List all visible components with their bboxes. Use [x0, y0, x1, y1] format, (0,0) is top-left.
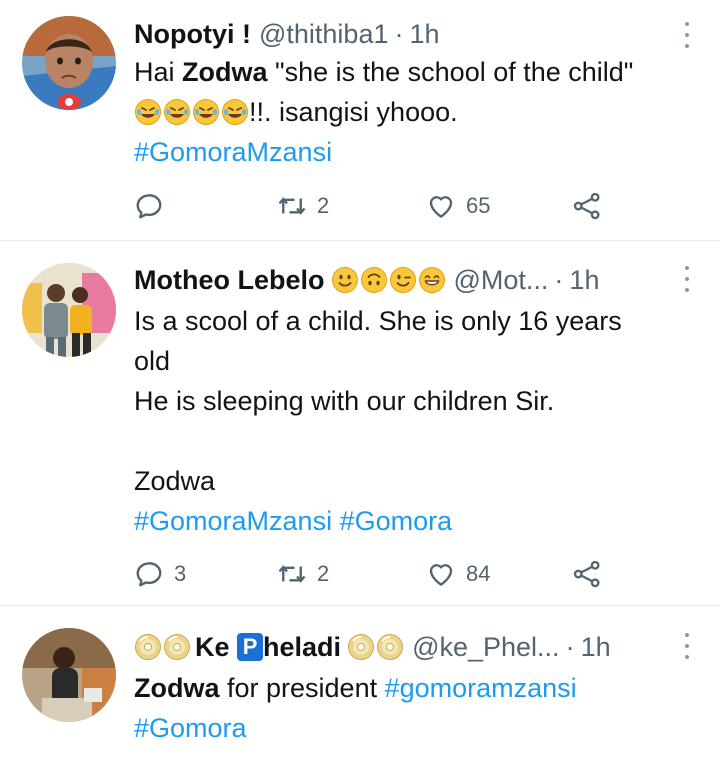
text: for president — [219, 673, 385, 703]
retweet-button[interactable]: 2 — [277, 554, 329, 594]
separator-dot: · — [554, 264, 564, 295]
bold-text: Zodwa — [134, 673, 220, 703]
like-icon — [426, 191, 456, 221]
share-icon — [572, 559, 602, 589]
avatar[interactable] — [22, 628, 116, 722]
display-name[interactable]: Nopotyi ! — [134, 19, 251, 50]
tweet-line: #GomoraMzansi — [134, 132, 690, 172]
display-name[interactable]: Ke Pheladi — [195, 632, 341, 663]
user-handle[interactable]: @Mot... — [454, 265, 549, 296]
tweet-actions: 2 65 — [134, 186, 720, 226]
timestamp[interactable]: 1h — [581, 632, 611, 663]
tweet-line: Zodwa for president #gomoramzansi — [134, 668, 690, 708]
like-button[interactable]: 65 — [426, 186, 490, 226]
tweet-feed: Nopotyi ! @thithiba1 · 1h Hai Zodwa "she… — [0, 0, 720, 758]
rofl-emoji-icon — [163, 98, 191, 126]
hashtag-link[interactable]: #gomoramzansi — [385, 673, 577, 703]
rofl-emoji-icon — [221, 98, 249, 126]
hashtag-link[interactable]: #Gomora — [340, 506, 453, 536]
name-part: Ke — [195, 631, 230, 662]
grin-emoji-icon — [418, 266, 446, 294]
tweet-line: #GomoraMzansi #Gomora — [134, 501, 690, 541]
user-handle[interactable]: @thithiba1 — [259, 19, 389, 50]
reply-icon — [134, 559, 164, 589]
more-icon[interactable] — [682, 633, 692, 659]
text: !!. isangisi yhooo. — [249, 97, 458, 127]
separator-dot: · — [394, 18, 404, 49]
share-icon — [572, 191, 602, 221]
separator-dot: · — [565, 631, 575, 662]
tweet-text: Is a scool of a child. She is only 16 ye… — [134, 301, 690, 541]
avatar[interactable] — [22, 16, 116, 110]
retweet-count: 2 — [317, 193, 330, 218]
tweet-text: Zodwa for president #gomoramzansi #Gomor… — [134, 668, 690, 748]
rofl-emoji-icon — [192, 98, 220, 126]
like-count: 84 — [466, 561, 491, 586]
name-emojis — [347, 633, 404, 661]
like-count: 65 — [466, 193, 491, 218]
p-button-badge: P — [237, 632, 264, 661]
like-button[interactable]: 84 — [426, 554, 490, 594]
tweet-actions: 3 2 84 — [134, 554, 720, 594]
more-icon[interactable] — [682, 22, 692, 48]
smile-emoji-icon — [331, 266, 359, 294]
share-button[interactable] — [572, 186, 602, 226]
tweet-2[interactable]: Motheo Lebelo @Mot... · 1h Is a scool of… — [0, 241, 720, 605]
tweet-line: !!. isangisi yhooo. — [134, 92, 690, 132]
retweet-icon — [277, 559, 307, 589]
hashtag-link[interactable]: #Gomora — [134, 713, 247, 743]
hashtag-link[interactable]: #GomoraMzansi — [134, 137, 332, 167]
retweet-icon — [277, 191, 307, 221]
tweet-header: Nopotyi ! @thithiba1 · 1h — [134, 14, 670, 54]
tweet-line: Is a scool of a child. She is only 16 ye… — [134, 306, 622, 336]
tweet-line: old — [134, 346, 171, 376]
retweet-count: 2 — [317, 561, 330, 586]
rofl-emoji-icon — [134, 98, 162, 126]
tweet-line: Zodwa — [134, 466, 216, 496]
disc-emoji-icon — [347, 633, 375, 661]
tweet-header: Ke Pheladi @ke_Phel... · 1h — [134, 627, 670, 667]
upside-down-emoji-icon — [360, 266, 388, 294]
more-icon[interactable] — [682, 266, 692, 292]
user-handle[interactable]: @ke_Phel... — [412, 632, 560, 663]
tweet-line: He is sleeping with our children Sir. — [134, 386, 555, 416]
reply-count: 3 — [174, 561, 187, 586]
name-emojis — [134, 633, 191, 661]
disc-emoji-icon — [163, 633, 191, 661]
tweet-text: Hai Zodwa "she is the school of the chil… — [134, 52, 690, 172]
reply-icon — [134, 191, 164, 221]
avatar[interactable] — [22, 263, 116, 357]
wink-emoji-icon — [389, 266, 417, 294]
tweet-1[interactable]: Nopotyi ! @thithiba1 · 1h Hai Zodwa "she… — [0, 0, 720, 240]
hashtag-link[interactable]: #GomoraMzansi — [134, 506, 332, 536]
tweet-line: Hai Zodwa "she is the school of the chil… — [134, 52, 690, 92]
timestamp[interactable]: 1h — [409, 19, 439, 50]
text: Hai — [134, 57, 183, 87]
emoji-group — [134, 98, 249, 126]
tweet-line: #Gomora — [134, 708, 690, 748]
text: "she is the school of the child" — [267, 57, 634, 87]
timestamp[interactable]: 1h — [569, 265, 599, 296]
like-icon — [426, 559, 456, 589]
reply-button[interactable] — [134, 186, 174, 226]
name-part: heladi — [263, 631, 342, 662]
bold-text: Zodwa — [182, 57, 268, 87]
share-button[interactable] — [572, 554, 602, 594]
retweet-button[interactable]: 2 — [277, 186, 329, 226]
display-name[interactable]: Motheo Lebelo — [134, 265, 325, 296]
tweet-header: Motheo Lebelo @Mot... · 1h — [134, 260, 670, 300]
name-emojis — [331, 266, 446, 294]
reply-button[interactable]: 3 — [134, 554, 186, 594]
tweet-3[interactable]: Ke Pheladi @ke_Phel... · 1h Zodwa for pr… — [0, 606, 720, 758]
disc-emoji-icon — [134, 633, 162, 661]
disc-emoji-icon — [376, 633, 404, 661]
